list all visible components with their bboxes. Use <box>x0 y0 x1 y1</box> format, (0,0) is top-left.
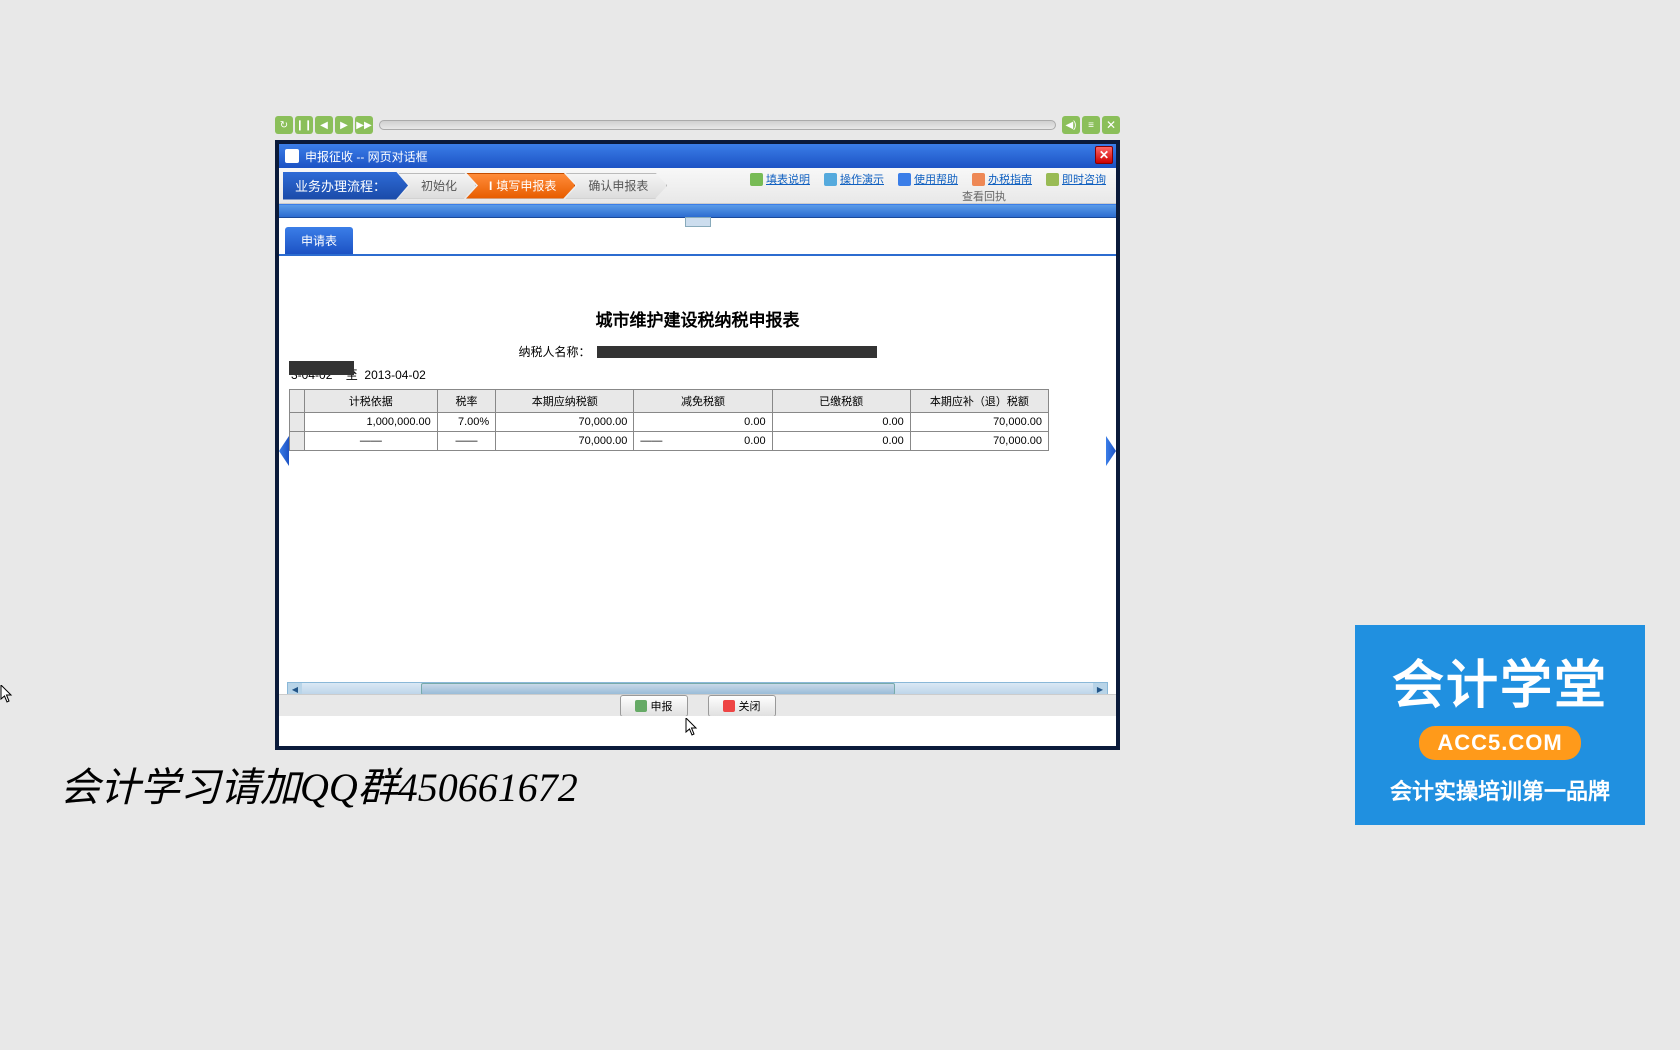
cell-paid: 0.00 <box>772 432 910 451</box>
cell-exempt: ——0.00 <box>634 432 772 451</box>
doc-icon <box>750 173 763 186</box>
step-number: I <box>489 179 492 193</box>
col-tax-exempt: 减免税额 <box>634 390 772 413</box>
taxpayer-name-row: 纳税人名称： <box>289 343 1106 360</box>
row-selector[interactable] <box>290 413 305 432</box>
form-title: 城市维护建设税纳税申报表 <box>289 306 1106 331</box>
help-links: 填表说明 操作演示 使用帮助 办税指南 即时咨询 <box>750 171 1106 187</box>
date-range: 3-04-02 至 2013-04-02 <box>289 366 1106 383</box>
cell-rate: —— <box>437 432 495 451</box>
close-icon <box>723 700 735 712</box>
menu-button[interactable]: ≡ <box>1082 116 1100 134</box>
cell-rate[interactable]: 7.00% <box>437 413 495 432</box>
table-row: —— —— 70,000.00 ——0.00 0.00 70,000.00 <box>290 432 1049 451</box>
row-selector[interactable] <box>290 432 305 451</box>
step-label: 填写申报表 <box>496 177 556 194</box>
col-tax-due-refund: 本期应补（退）税额 <box>910 390 1048 413</box>
process-label: 业务办理流程： <box>283 172 408 200</box>
video-player-controls: ↻ ❙❙ ◀ ▶ ▶▶ ◀) ≡ ✕ <box>275 115 1120 135</box>
col-tax-rate: 税率 <box>437 390 495 413</box>
table-header-row: 计税依据 税率 本期应纳税额 减免税额 已缴税额 本期应补（退）税额 <box>290 390 1049 413</box>
watermark-text: 会计学习请加QQ群450661672 <box>60 755 578 813</box>
link-consult[interactable]: 即时咨询 <box>1046 171 1106 187</box>
close-button[interactable]: 关闭 <box>708 695 776 717</box>
cell-paid[interactable]: 0.00 <box>772 413 910 432</box>
window-title: 申报征收 -- 网页对话框 <box>305 148 428 165</box>
app-icon <box>285 149 299 163</box>
help-icon <box>898 173 911 186</box>
submit-icon <box>635 700 647 712</box>
col-tax-basis: 计税依据 <box>304 390 437 413</box>
submit-button[interactable]: 申报 <box>620 695 688 717</box>
step-confirm[interactable]: 确认申报表 <box>565 173 667 199</box>
logo-url: ACC5.COM <box>1419 726 1580 760</box>
sound-button[interactable]: ◀) <box>1062 116 1080 134</box>
pause-button[interactable]: ❙❙ <box>295 116 313 134</box>
cell-due[interactable]: 70,000.00 <box>910 413 1048 432</box>
col-tax-paid: 已缴税额 <box>772 390 910 413</box>
action-buttons: 申报 关闭 <box>279 694 1116 716</box>
col-tax-payable: 本期应纳税额 <box>496 390 634 413</box>
link-demo[interactable]: 操作演示 <box>824 171 884 187</box>
title-bar: 申报征收 -- 网页对话框 ✕ <box>279 144 1116 168</box>
next-button[interactable]: ▶ <box>335 116 353 134</box>
section-divider <box>279 204 1116 218</box>
step-fill-form[interactable]: I 填写申报表 <box>466 173 575 199</box>
cell-basis: —— <box>304 432 437 451</box>
row-selector-header <box>290 390 305 413</box>
progress-track[interactable] <box>379 120 1056 130</box>
content-area: 城市维护建设税纳税申报表 纳税人名称： 3-04-02 至 2013-04-02… <box>279 256 1116 716</box>
step-init[interactable]: 初始化 <box>398 173 476 199</box>
player-close-button[interactable]: ✕ <box>1102 116 1120 134</box>
guide-icon <box>972 173 985 186</box>
restart-button[interactable]: ↻ <box>275 116 293 134</box>
step-view-receipt[interactable]: 查看回执 <box>962 188 1006 204</box>
watermark-logo: 会计学堂 ACC5.COM 会计实操培训第一品牌 <box>1355 625 1645 825</box>
prev-button[interactable]: ◀ <box>315 116 333 134</box>
fastforward-button[interactable]: ▶▶ <box>355 116 373 134</box>
taxpayer-name-label: 纳税人名称： <box>518 343 590 360</box>
link-form-instructions[interactable]: 填表说明 <box>750 171 810 187</box>
process-toolbar: 业务办理流程： 初始化 I 填写申报表 确认申报表 查看回执 填表说明 操作演示… <box>279 168 1116 204</box>
mouse-cursor-secondary <box>0 685 14 703</box>
table-row: 1,000,000.00 7.00% 70,000.00 0.00 0.00 7… <box>290 413 1049 432</box>
redacted-name <box>597 346 877 358</box>
logo-title: 会计学堂 <box>1363 643 1637 718</box>
link-tax-guide[interactable]: 办税指南 <box>972 171 1032 187</box>
redacted-left <box>289 361 354 375</box>
chat-icon <box>1046 173 1059 186</box>
link-help[interactable]: 使用帮助 <box>898 171 958 187</box>
cell-payable: 70,000.00 <box>496 432 634 451</box>
cell-basis[interactable]: 1,000,000.00 <box>304 413 437 432</box>
logo-subtitle: 会计实操培训第一品牌 <box>1363 774 1637 806</box>
window-close-button[interactable]: ✕ <box>1095 146 1113 164</box>
tab-row: 申请表 <box>279 228 1116 256</box>
tab-application-form[interactable]: 申请表 <box>285 227 353 254</box>
cell-exempt[interactable]: 0.00 <box>634 413 772 432</box>
app-window: 申报征收 -- 网页对话框 ✕ 业务办理流程： 初始化 I 填写申报表 确认申报… <box>275 140 1120 750</box>
play-icon <box>824 173 837 186</box>
tax-table: 计税依据 税率 本期应纳税额 减免税额 已缴税额 本期应补（退）税额 1,000… <box>289 389 1049 451</box>
cell-payable[interactable]: 70,000.00 <box>496 413 634 432</box>
tax-form-document: 城市维护建设税纳税申报表 纳税人名称： 3-04-02 至 2013-04-02… <box>279 256 1116 451</box>
cell-due: 70,000.00 <box>910 432 1048 451</box>
